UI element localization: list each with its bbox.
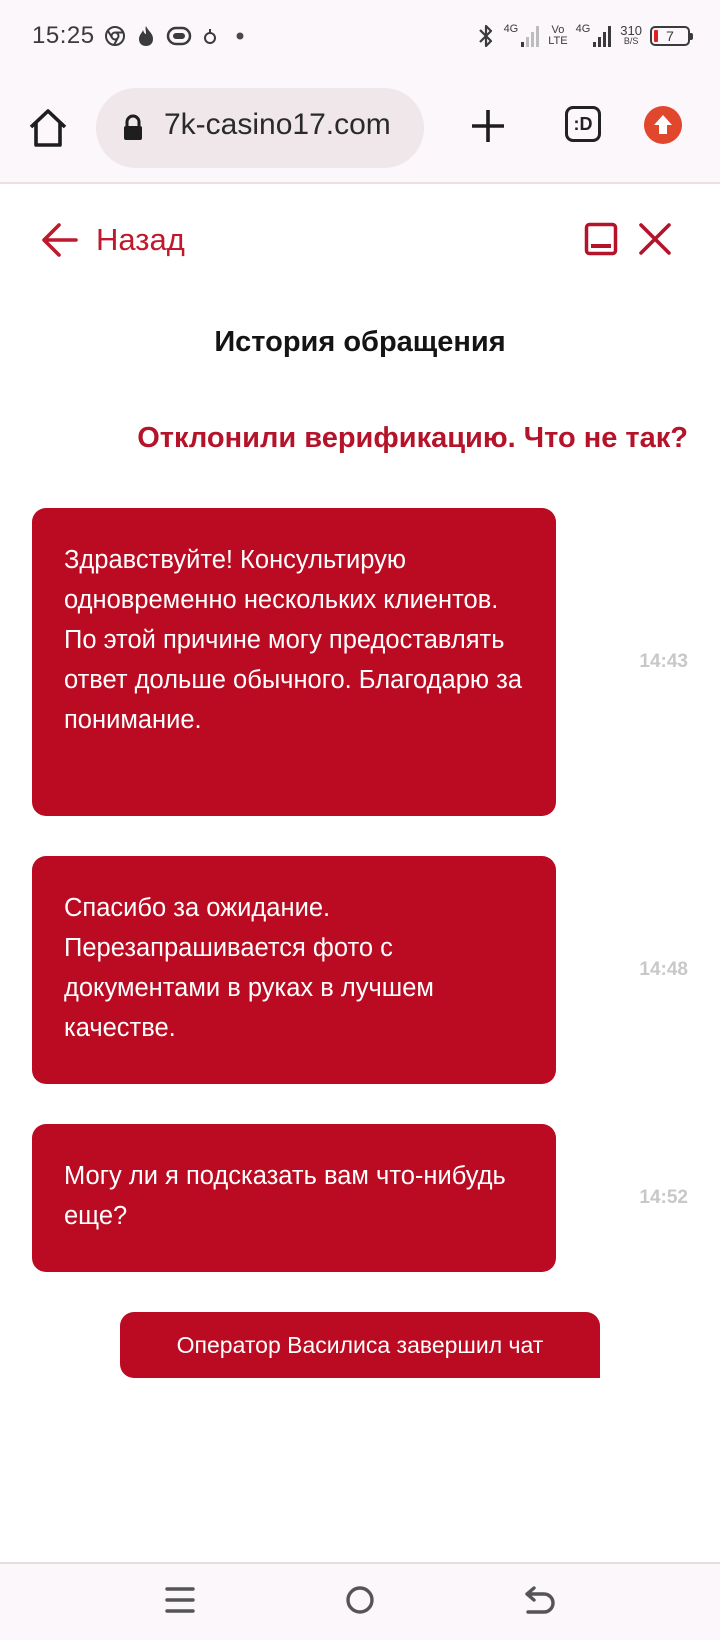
- tabs-button[interactable]: :D: [565, 106, 601, 142]
- chat-ended-note: Оператор Василиса завершил чат: [120, 1312, 600, 1378]
- status-bar: 15:25 4G Vo LTE 4G 310 B/S 7: [0, 0, 720, 72]
- topic-title: Отклонили верификацию. Что не так?: [137, 422, 688, 454]
- network-speed: 310 B/S: [620, 23, 642, 47]
- address-bar[interactable]: 7k-casino17.com: [96, 88, 424, 168]
- message-text: Здравствуйте! Консультирую одновременно …: [64, 546, 523, 734]
- system-nav-bar: [0, 1562, 720, 1640]
- notification-icons: [104, 22, 248, 50]
- message-text: Спасибо за ожидание. Перезапрашивается ф…: [64, 894, 434, 1042]
- signal-1: 4G: [504, 24, 541, 48]
- network-type-1: 4G: [503, 23, 519, 35]
- message-text: Могу ли я подсказать вам что-нибудь еще?: [64, 1162, 506, 1230]
- browser-toolbar: 7k-casino17.com :D: [0, 72, 720, 184]
- bluetooth-icon: [478, 24, 492, 48]
- speed-value: 310: [620, 23, 642, 38]
- message-bubble: Могу ли я подсказать вам что-нибудь еще?: [32, 1124, 556, 1272]
- page: 15:25 4G Vo LTE 4G 310 B/S 7 7k-casino17…: [0, 0, 720, 1640]
- chat-header: Назад: [0, 186, 720, 296]
- drop-icon: [204, 29, 216, 44]
- message-time: 14:52: [639, 1187, 688, 1208]
- chrome-icon: [105, 26, 125, 46]
- back-button[interactable]: Назад: [40, 212, 185, 268]
- battery-icon: 7: [650, 26, 693, 46]
- status-right: 4G Vo LTE 4G 310 B/S 7: [476, 20, 693, 52]
- signal-bars-icon: [521, 26, 540, 47]
- url-text: 7k-casino17.com: [164, 108, 391, 141]
- speed-unit: B/S: [623, 36, 639, 46]
- minimize-icon[interactable]: [584, 222, 618, 256]
- status-time: 15:25: [32, 22, 95, 49]
- lock-icon: [124, 114, 142, 140]
- arrow-up-icon: [654, 115, 672, 134]
- volte-indicator: Vo LTE: [548, 25, 567, 47]
- menu-icon[interactable]: [162, 1582, 198, 1618]
- page-title: История обращения: [214, 326, 506, 358]
- message-bubble: Спасибо за ожидание. Перезапрашивается ф…: [32, 856, 556, 1084]
- update-button[interactable]: [644, 106, 682, 144]
- home-circle-icon[interactable]: [342, 1582, 378, 1618]
- link-icon: [166, 26, 192, 46]
- fire-icon: [139, 26, 153, 46]
- home-icon[interactable]: [26, 106, 70, 150]
- signal-bars-full-icon: [593, 26, 612, 47]
- close-icon[interactable]: [638, 222, 672, 256]
- signal-2: 4G: [576, 24, 613, 48]
- message-time: 14:48: [639, 959, 688, 980]
- back-label: Назад: [96, 222, 185, 257]
- back-arrow-icon[interactable]: [522, 1582, 558, 1618]
- volte-bottom: LTE: [548, 35, 568, 47]
- message-time: 14:43: [639, 651, 688, 672]
- battery-level: 7: [666, 28, 674, 44]
- dot-icon: [236, 32, 244, 40]
- network-type-2: 4G: [575, 23, 591, 35]
- arrow-left-icon: [42, 223, 78, 257]
- plus-icon[interactable]: [468, 106, 508, 146]
- message-bubble: Здравствуйте! Консультирую одновременно …: [32, 508, 556, 816]
